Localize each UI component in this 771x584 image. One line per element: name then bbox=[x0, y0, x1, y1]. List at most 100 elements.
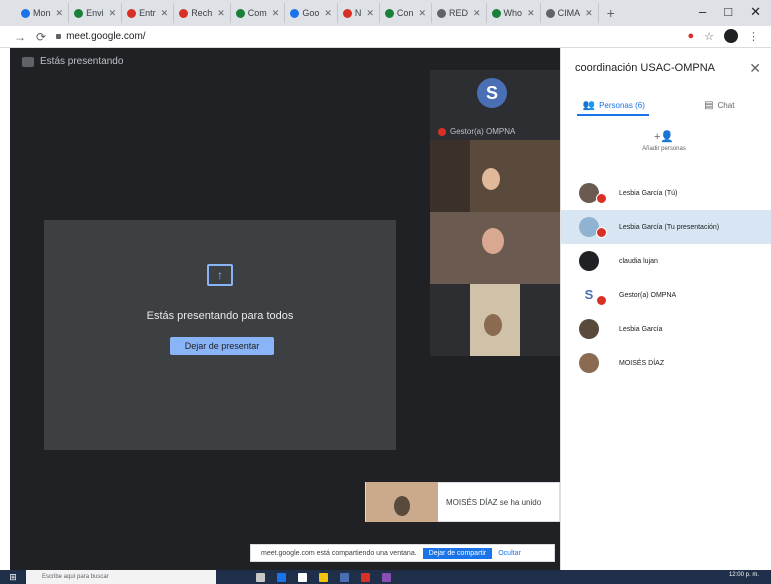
close-icon[interactable]: ✕ bbox=[272, 8, 280, 19]
menu-icon[interactable]: ⋮ bbox=[748, 30, 759, 43]
join-notification: MOISÉS DÍAZ se ha unido bbox=[365, 482, 560, 522]
tab-label: Rech bbox=[191, 8, 213, 18]
participant-tile[interactable]: S Gestor(a) OMPNA bbox=[430, 70, 560, 140]
people-icon: 👥 bbox=[582, 99, 596, 111]
present-screen-icon bbox=[22, 56, 34, 67]
tab-favicon-icon bbox=[290, 8, 300, 18]
chrome-icon[interactable] bbox=[361, 572, 370, 582]
close-icon[interactable]: ✕ bbox=[217, 8, 225, 19]
browser-tab[interactable]: Mon ✕ bbox=[16, 3, 70, 23]
store-icon[interactable] bbox=[298, 572, 307, 582]
star-icon[interactable]: ☆ bbox=[704, 30, 714, 43]
close-icon[interactable]: ✕ bbox=[366, 8, 374, 19]
minimize-button[interactable]: – bbox=[699, 4, 706, 20]
url-bar[interactable]: meet.google.com/ bbox=[56, 31, 146, 42]
avatar bbox=[579, 353, 599, 373]
list-item[interactable]: S Gestor(a) OMPNA bbox=[561, 278, 771, 312]
taskbar-search-input[interactable]: Escribe aquí para buscar bbox=[26, 570, 216, 584]
close-icon[interactable]: ✕ bbox=[473, 8, 481, 19]
close-icon[interactable]: ✕ bbox=[527, 8, 535, 19]
tab-favicon-icon bbox=[384, 8, 394, 18]
browser-tab[interactable]: RED ✕ bbox=[432, 3, 487, 23]
participant-name: Lesbia García bbox=[619, 325, 663, 333]
forward-arrow-icon[interactable]: → bbox=[14, 30, 26, 44]
participant-name: MOISÉS DÍAZ bbox=[619, 359, 665, 367]
list-item[interactable]: Lesbia García (Tú) bbox=[561, 176, 771, 210]
edge-icon[interactable] bbox=[277, 572, 286, 582]
close-icon[interactable]: ✕ bbox=[56, 8, 64, 19]
tile-label: Gestor(a) OMPNA bbox=[438, 127, 515, 136]
toolbar-right: ● ☆ ⋮ bbox=[687, 29, 759, 43]
close-window-button[interactable]: ✕ bbox=[750, 4, 761, 20]
hide-share-bar-button[interactable]: Ocultar bbox=[498, 550, 521, 557]
tab-chat[interactable]: ▤ Chat bbox=[667, 94, 771, 116]
browser-tab[interactable]: Goo ✕ bbox=[285, 3, 338, 23]
stop-presenting-button[interactable]: Dejar de presentar bbox=[170, 337, 274, 355]
close-icon[interactable]: ✕ bbox=[418, 8, 426, 19]
participant-video bbox=[482, 228, 504, 254]
reload-icon[interactable]: ⟳ bbox=[36, 30, 46, 44]
muted-mic-icon bbox=[438, 127, 446, 136]
tab-label: Envi bbox=[86, 8, 104, 18]
list-item[interactable]: Lesbia García (Tu presentación) bbox=[561, 210, 771, 244]
present-arrow-icon bbox=[207, 264, 233, 286]
browser-tab[interactable]: Who ✕ bbox=[487, 3, 541, 23]
participant-video-tile[interactable] bbox=[430, 284, 560, 356]
profile-avatar[interactable] bbox=[724, 29, 738, 43]
tab-favicon-icon bbox=[342, 8, 352, 18]
tab-label: RED bbox=[448, 8, 468, 18]
avatar: S bbox=[579, 285, 607, 306]
presenting-title: Estás presentando bbox=[40, 56, 124, 67]
participant-avatar: S bbox=[477, 78, 507, 108]
tab-favicon-icon bbox=[545, 8, 555, 18]
list-item[interactable]: MOISÉS DÍAZ bbox=[561, 346, 771, 380]
windows-start-icon[interactable]: ⊞ bbox=[0, 570, 26, 584]
tab-people[interactable]: 👥 Personas (6) bbox=[561, 94, 667, 116]
list-item[interactable]: claudia lujan bbox=[561, 244, 771, 278]
close-panel-icon[interactable]: ✕ bbox=[749, 60, 761, 77]
browser-tab[interactable]: CIMA ✕ bbox=[541, 3, 599, 23]
browser-tab[interactable]: N ✕ bbox=[338, 3, 380, 23]
participant-name: Gestor(a) OMPNA bbox=[619, 291, 677, 299]
avatar bbox=[579, 319, 599, 339]
tab-label: Who bbox=[503, 8, 523, 18]
meeting-title: coordinación USAC-OMPNA bbox=[575, 62, 715, 74]
tab-favicon-icon bbox=[179, 8, 189, 18]
window-controls: – □ ✕ bbox=[699, 4, 761, 20]
browser-tab[interactable]: Con ✕ bbox=[380, 3, 432, 23]
browser-tab-strip: Mon ✕ Envi ✕ Entr ✕ Rech ✕ Com ✕ Goo ✕ N ✕ Con ✕… bbox=[0, 0, 771, 26]
windows-taskbar: ⊞ Escribe aquí para buscar 12:00 p. m. bbox=[0, 570, 771, 584]
participant-video bbox=[482, 168, 500, 190]
folder-icon[interactable] bbox=[319, 572, 328, 582]
avatar bbox=[579, 251, 599, 271]
tab-label: Goo bbox=[302, 8, 320, 18]
tab-favicon-icon bbox=[235, 8, 245, 18]
browser-tab[interactable]: Rech ✕ bbox=[174, 3, 231, 23]
app-icon[interactable] bbox=[382, 572, 391, 582]
tab-label: CIMA bbox=[557, 8, 581, 18]
browser-tab[interactable]: Com ✕ bbox=[231, 3, 286, 23]
extension-icon[interactable]: ● bbox=[687, 30, 694, 42]
browser-tab[interactable]: Envi ✕ bbox=[69, 3, 123, 23]
close-icon[interactable]: ✕ bbox=[324, 8, 332, 19]
browser-tab[interactable]: Entr ✕ bbox=[122, 3, 175, 23]
task-view-icon[interactable] bbox=[256, 572, 265, 582]
tab-favicon-icon bbox=[21, 8, 30, 18]
presenting-header: Estás presentando bbox=[22, 56, 123, 67]
participant-video-tile[interactable] bbox=[430, 140, 560, 212]
video-background bbox=[430, 140, 470, 212]
maximize-button[interactable]: □ bbox=[724, 4, 732, 20]
share-bar-text: meet.google.com está compartiendo una ve… bbox=[261, 549, 417, 557]
participant-video-tile[interactable] bbox=[430, 212, 560, 284]
muted-mic-icon bbox=[596, 227, 607, 238]
participant-thumbnail bbox=[366, 482, 438, 522]
add-people-button[interactable]: +👤 Añadir personas bbox=[639, 130, 689, 154]
close-icon[interactable]: ✕ bbox=[109, 8, 117, 19]
list-item[interactable]: Lesbia García bbox=[561, 312, 771, 346]
close-icon[interactable]: ✕ bbox=[585, 8, 593, 19]
mail-icon[interactable] bbox=[340, 572, 349, 582]
close-icon[interactable]: ✕ bbox=[161, 8, 169, 19]
new-tab-button[interactable]: + bbox=[607, 5, 615, 21]
lock-icon bbox=[56, 34, 62, 39]
stop-sharing-button[interactable]: Dejar de compartir bbox=[422, 547, 493, 559]
